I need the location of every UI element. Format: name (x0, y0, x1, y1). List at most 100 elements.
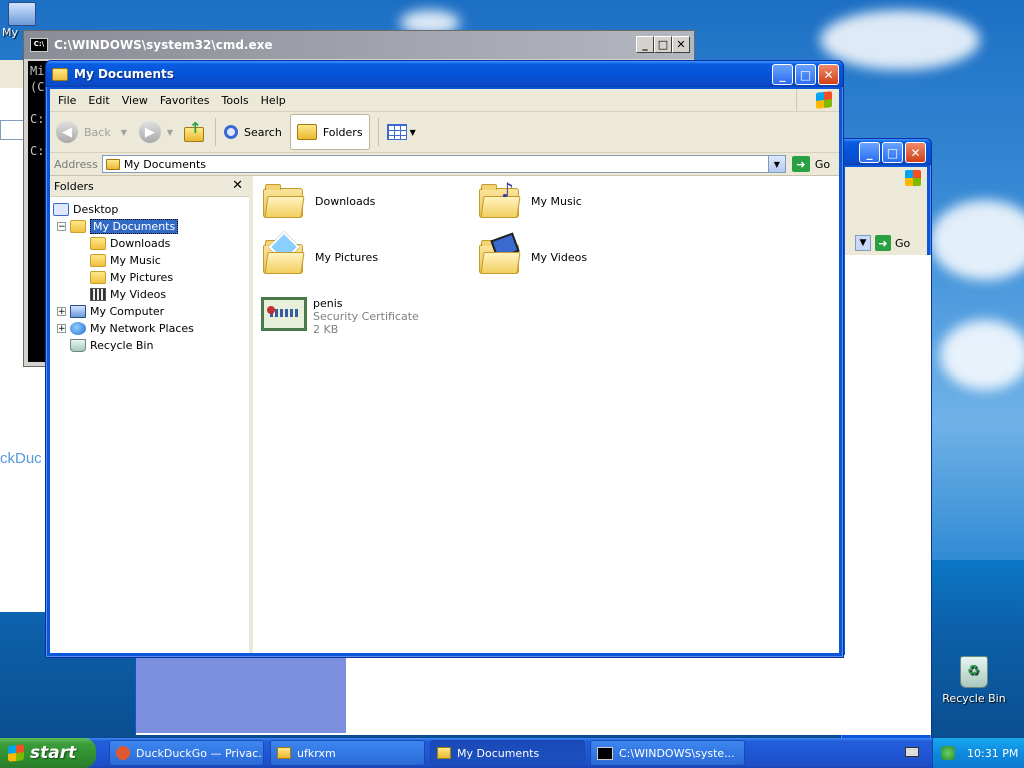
background-browser-text: ckDuc (0, 450, 42, 467)
network-tray-icon[interactable] (941, 746, 955, 760)
pictures-folder-icon (263, 231, 305, 274)
cmd-icon: C:\ (30, 38, 48, 52)
chevron-down-icon: ▼ (409, 127, 416, 137)
tree-item-desktop[interactable]: Desktop (53, 201, 118, 217)
maximize-button[interactable]: □ (882, 142, 903, 163)
taskbar-item-cmd[interactable]: C:\WINDOWS\syste... (590, 740, 745, 766)
folder-icon (90, 236, 106, 250)
clock[interactable]: 10:31 PM (967, 747, 1018, 760)
address-dropdown[interactable]: ▼ (767, 156, 785, 172)
close-button[interactable]: ✕ (905, 142, 926, 163)
tree-item-recycle-bin[interactable]: Recycle Bin (70, 337, 153, 353)
keyboard-icon[interactable] (905, 747, 919, 757)
minimize-button[interactable]: _ (772, 64, 793, 85)
background-window-right[interactable]: _ □ ✕ ▼ ➜ Go (840, 138, 932, 740)
windows-logo-icon (8, 744, 24, 762)
tree-item-my-videos[interactable]: My Videos (90, 286, 166, 302)
folders-pane-title: Folders (54, 179, 94, 193)
tree-item-my-computer[interactable]: + My Computer (57, 303, 164, 319)
music-folder-icon (90, 253, 106, 267)
explorer-content: Folders ✕ Desktop − My Documents Downloa… (50, 176, 839, 653)
cmd-titlebar[interactable]: C:\ C:\WINDOWS\system32\cmd.exe _ □ ✕ (24, 31, 694, 59)
desktop-icon-recycle-bin[interactable]: ♻ Recycle Bin (942, 656, 1006, 705)
explorer-titlebar[interactable]: My Documents _ □ ✕ (46, 61, 843, 87)
recycle-bin-label: Recycle Bin (942, 692, 1006, 705)
toolbar: ◀ Back ▼ ▶ ▼ ↑ Search Folders ▼ (50, 112, 839, 153)
address-input[interactable]: My Documents ▼ (101, 155, 786, 173)
tree-label: Recycle Bin (90, 338, 154, 352)
tree-item-my-documents[interactable]: − My Documents (57, 218, 179, 234)
file-item-my-pictures[interactable]: My Pictures (263, 231, 378, 274)
folders-pane-header: Folders ✕ (50, 176, 249, 197)
folders-icon (296, 124, 317, 140)
back-button[interactable]: ◀ Back ▼ (56, 121, 127, 143)
recycle-bin-icon: ♻ (960, 656, 988, 688)
folder-icon (437, 747, 451, 759)
forward-arrow-icon: ▶ (138, 121, 161, 143)
music-folder-icon: ♪ (479, 178, 521, 218)
file-view[interactable]: Downloads ♪ My Music My Pictures My Vide… (253, 176, 839, 653)
views-grid-icon (386, 124, 407, 140)
tree-item-downloads[interactable]: Downloads (90, 235, 170, 251)
tree-item-my-pictures[interactable]: My Pictures (90, 269, 173, 285)
tree-item-my-music[interactable]: My Music (90, 252, 161, 268)
expand-icon[interactable]: + (57, 323, 66, 333)
pictures-folder-icon (90, 270, 106, 284)
cmd-title: C:\WINDOWS\system32\cmd.exe (54, 38, 273, 52)
go-button[interactable]: ➜ Go (875, 235, 910, 251)
menu-favorites[interactable]: Favorites (160, 94, 210, 107)
address-dropdown[interactable]: ▼ (855, 235, 871, 251)
maximize-button[interactable]: □ (654, 36, 672, 53)
go-label: Go (895, 236, 911, 250)
go-label: Go (814, 157, 831, 171)
system-tray: 10:31 PM (932, 738, 1024, 768)
taskbar-item-my-documents[interactable]: My Documents (430, 740, 585, 766)
taskbar-item-ufkrxm[interactable]: ufkrxm (270, 740, 425, 766)
address-value: My Documents (123, 157, 207, 171)
menu-edit[interactable]: Edit (88, 94, 109, 107)
folders-label: Folders (322, 125, 363, 139)
taskbar-item-duckduckgo[interactable]: DuckDuckGo — Privac... (109, 740, 264, 766)
file-name: My Videos (531, 250, 588, 264)
certificate-icon (261, 297, 307, 331)
menu-tools[interactable]: Tools (222, 94, 249, 107)
close-icon[interactable]: ✕ (232, 178, 243, 193)
menu-help[interactable]: Help (261, 94, 286, 107)
folders-button[interactable]: Folders (289, 114, 370, 150)
search-icon (224, 125, 239, 139)
computer-icon (8, 2, 36, 26)
forward-button[interactable]: ▶ ▼ (138, 121, 174, 143)
windows-logo-icon (905, 170, 921, 186)
windows-logo-icon (796, 89, 835, 111)
file-item-downloads[interactable]: Downloads (263, 184, 375, 218)
menu-file[interactable]: File (58, 94, 76, 107)
address-label: Address (54, 157, 98, 171)
expand-icon[interactable]: + (57, 306, 66, 316)
file-item-certificate[interactable]: penis Security Certificate 2 KB (261, 297, 419, 336)
chevron-down-icon: ▼ (166, 127, 174, 137)
file-item-my-videos[interactable]: My Videos (479, 232, 588, 274)
close-button[interactable]: ✕ (818, 64, 839, 85)
minimize-button[interactable]: _ (636, 36, 654, 53)
up-folder-button[interactable]: ↑ (183, 119, 205, 143)
tree-label: My Videos (110, 287, 167, 301)
views-button[interactable]: ▼ (386, 124, 416, 140)
maximize-button[interactable]: □ (795, 64, 816, 85)
go-button[interactable]: ➜ Go (791, 156, 831, 172)
menu-view[interactable]: View (122, 94, 148, 107)
file-item-my-music[interactable]: ♪ My Music (479, 178, 582, 218)
search-button[interactable]: Search (224, 125, 282, 139)
address-bar: Address My Documents ▼ ➜ Go (50, 153, 839, 176)
collapse-icon[interactable]: − (57, 221, 66, 231)
background-window-bottom[interactable] (135, 655, 931, 735)
explorer-window[interactable]: My Documents _ □ ✕ File Edit View Favori… (45, 60, 844, 658)
tree-item-my-network-places[interactable]: + My Network Places (57, 320, 194, 336)
close-button[interactable]: ✕ (672, 36, 690, 53)
start-button[interactable]: start (0, 738, 96, 768)
folders-pane: Folders ✕ Desktop − My Documents Downloa… (50, 176, 253, 653)
computer-icon (70, 304, 86, 318)
minimize-button[interactable]: _ (859, 142, 880, 163)
tree-label: Desktop (73, 202, 119, 216)
go-arrow-icon: ➜ (791, 156, 810, 172)
file-name: penis (313, 297, 343, 310)
